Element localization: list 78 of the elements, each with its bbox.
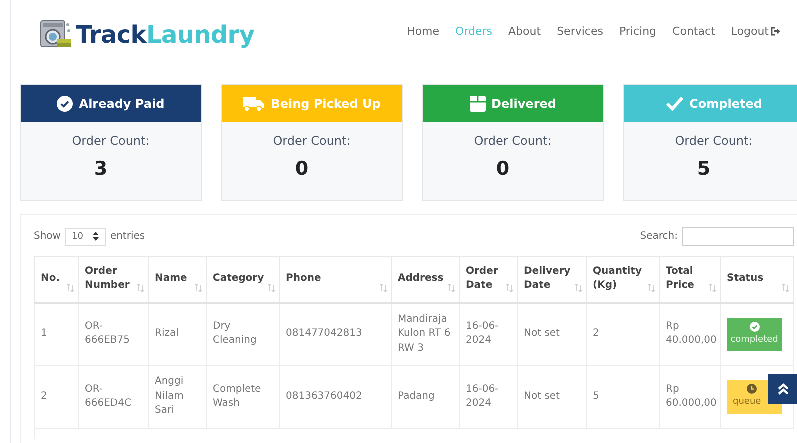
nav-link[interactable]: Services	[549, 24, 612, 38]
order-count: 3	[94, 158, 108, 180]
table-cell: 081363760402	[280, 366, 392, 428]
table-cell: Rp 60.000,00	[660, 366, 720, 428]
logout-icon	[771, 26, 781, 36]
table-cell: 081477042813	[280, 302, 392, 366]
show-label: Show	[34, 231, 61, 242]
nav-link[interactable]: About	[500, 24, 550, 38]
nav-link[interactable]: Logout	[723, 24, 789, 38]
sort-icon	[380, 284, 387, 292]
sort-icon	[782, 284, 789, 292]
column-header[interactable]: Phone	[280, 256, 392, 302]
table-cell: OR-666EB75	[78, 302, 148, 366]
column-header[interactable]: No.	[34, 256, 78, 302]
column-header[interactable]: Order Date	[460, 256, 518, 302]
table-cell: 2	[34, 366, 78, 428]
table-cell: 16-06-2024	[460, 366, 518, 428]
brand-name[interactable]: TrackLaundry	[76, 21, 255, 49]
table-cell: Complete Wash	[206, 366, 280, 428]
sort-icon	[648, 284, 655, 292]
nav-link[interactable]: Pricing	[611, 24, 665, 38]
table-cell: OR-666ED4C	[78, 366, 148, 428]
sort-icon	[268, 284, 275, 292]
page-size-select[interactable]: 10	[64, 228, 106, 246]
nav-link[interactable]: Contact	[664, 24, 724, 38]
sort-icon	[709, 284, 716, 292]
card-title: Already Paid	[79, 96, 165, 110]
column-header[interactable]: Order Number	[78, 256, 148, 302]
sort-icon	[448, 284, 455, 292]
nav-link[interactable]: Home	[399, 24, 448, 38]
card-title: Completed	[690, 96, 762, 110]
sort-icon	[195, 284, 202, 292]
order-count-label: Order Count:	[72, 134, 150, 148]
washing-machine-icon	[40, 20, 72, 50]
double-chevron-up-icon	[778, 383, 788, 395]
entries-label: entries	[110, 231, 146, 242]
table-cell: Anggi Nilam Sari	[148, 366, 206, 428]
table-cell: Dry Cleaning	[206, 302, 280, 366]
table-cell: Not set	[518, 302, 586, 366]
search-field[interactable]	[682, 227, 794, 246]
column-header[interactable]: Delivery Date	[518, 256, 586, 302]
column-header[interactable]: Name	[148, 256, 206, 302]
sort-icon	[575, 284, 582, 292]
order-count-label: Order Count:	[474, 134, 552, 148]
sort-icon	[137, 284, 144, 292]
truck-icon	[243, 96, 266, 112]
sort-icon	[67, 284, 74, 292]
clock-icon	[747, 384, 757, 394]
table-cell: Padang	[392, 366, 460, 428]
column-header[interactable]: Quantity (Kg)	[586, 256, 660, 302]
table-cell: Rp 40.000,00	[660, 302, 720, 366]
scroll-top-button[interactable]	[768, 374, 797, 404]
card-title: Delivered	[492, 96, 556, 110]
table-cell: 1	[34, 302, 78, 366]
column-header[interactable]: Address	[392, 256, 460, 302]
order-count: 5	[697, 158, 711, 180]
table-cell: 5	[586, 366, 660, 428]
sort-caret-icon	[93, 232, 100, 241]
order-count: 0	[295, 158, 309, 180]
search-label: Search:	[640, 231, 678, 242]
check-circle-icon	[57, 96, 74, 112]
table-cell: Mandiraja Kulon RT 6 RW 3	[392, 302, 460, 366]
card-title: Being Picked Up	[271, 96, 381, 110]
order-count-label: Order Count:	[273, 134, 351, 148]
table-cell: 16-06-2024	[460, 302, 518, 366]
box-icon	[470, 96, 486, 112]
column-header[interactable]: Total Price	[660, 256, 720, 302]
order-count: 0	[496, 158, 510, 180]
check-circle-icon	[750, 322, 760, 332]
status-badge: completed	[727, 318, 782, 351]
sort-icon	[506, 284, 513, 292]
column-header[interactable]: Category	[206, 256, 280, 302]
order-count-label: Order Count:	[675, 134, 753, 148]
table-cell: Rizal	[148, 302, 206, 366]
table-cell: Not set	[518, 366, 586, 428]
table-cell: 2	[586, 302, 660, 366]
check-icon	[666, 96, 684, 111]
column-header[interactable]: Status	[720, 256, 794, 302]
